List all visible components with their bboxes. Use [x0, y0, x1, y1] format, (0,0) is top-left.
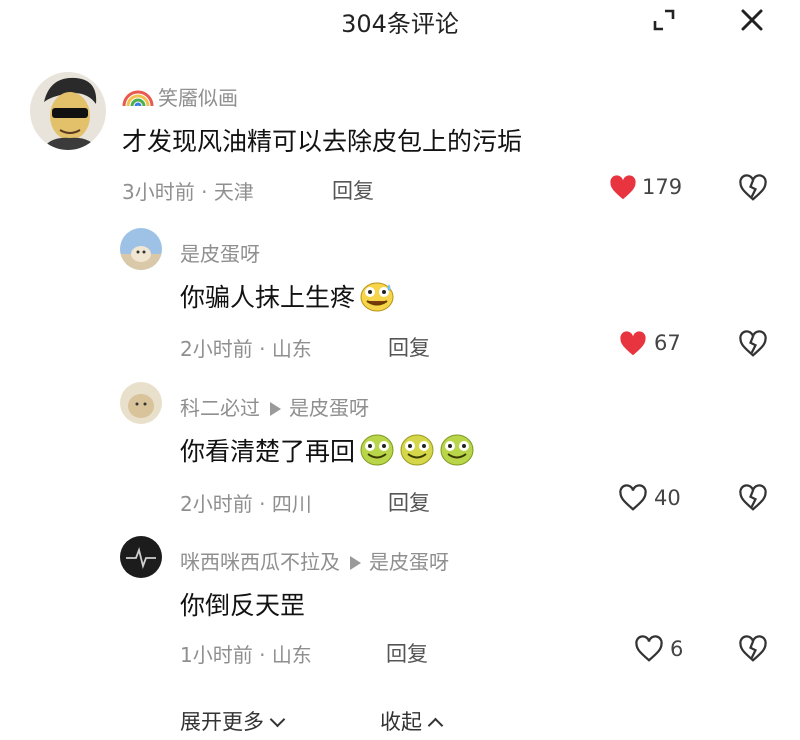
grin-emoji-icon: [360, 434, 394, 466]
comment-author[interactable]: 笑靥似画: [158, 82, 238, 111]
close-icon[interactable]: [738, 6, 766, 34]
avatar[interactable]: [120, 536, 162, 578]
reply-text: 你骗人抹上生疼: [180, 278, 395, 314]
meta-separator: ·: [201, 180, 208, 204]
heart-outline-icon[interactable]: [634, 634, 664, 664]
avatar[interactable]: [30, 72, 106, 150]
reply-text: 你倒反天罡: [180, 586, 305, 622]
collapse-label: 收起: [380, 710, 422, 734]
reply-author-line: 科二必过 是皮蛋呀: [180, 392, 369, 421]
grin-emoji-icon: [400, 434, 434, 466]
reply-meta: 2小时前 · 四川: [180, 488, 312, 517]
reply-location: 山东: [271, 643, 312, 667]
reply-text: 你看清楚了再回: [180, 432, 475, 468]
reply-author[interactable]: 是皮蛋呀: [180, 238, 260, 267]
reply-time: 1小时前: [180, 643, 253, 667]
rainbow-icon: [122, 90, 154, 107]
comment-location: 天津: [213, 180, 254, 204]
meta-separator: ·: [259, 643, 266, 667]
heart-filled-icon[interactable]: [618, 329, 648, 359]
comment-meta: 3小时前 · 天津: [122, 176, 254, 205]
reply-to-user[interactable]: 是皮蛋呀: [369, 550, 449, 574]
like-count: 67: [654, 331, 681, 355]
comment-text: 才发现风油精可以去除皮包上的污垢: [122, 127, 523, 156]
comments-count-title: 304条评论: [341, 10, 459, 38]
dislike-icon[interactable]: [738, 634, 768, 664]
reply-to-arrow-icon: [350, 556, 361, 570]
expand-more-label: 展开更多: [180, 710, 264, 734]
reply-to-arrow-icon: [270, 402, 281, 416]
chevron-down-icon: [269, 711, 286, 728]
like-count: 179: [642, 175, 683, 199]
avatar[interactable]: [120, 382, 162, 424]
heart-outline-icon[interactable]: [618, 483, 648, 513]
reply-time: 2小时前: [180, 337, 253, 361]
reply-time: 2小时前: [180, 492, 253, 516]
meta-separator: ·: [259, 337, 266, 361]
reply-location: 四川: [271, 492, 312, 516]
reply-text-content: 你看清楚了再回: [180, 437, 356, 466]
dislike-icon[interactable]: [738, 173, 768, 203]
dislike-icon[interactable]: [738, 329, 768, 359]
reply-author-line: 咪西咪西瓜不拉及 是皮蛋呀: [180, 546, 449, 575]
like-count: 40: [654, 486, 681, 510]
comment-time: 3小时前: [122, 180, 195, 204]
sweat-smile-emoji-icon: [360, 282, 394, 312]
avatar[interactable]: [120, 228, 162, 270]
reply-text-content: 你骗人抹上生疼: [180, 283, 356, 312]
expand-more-button[interactable]: 展开更多: [180, 706, 286, 736]
like-count: 6: [670, 637, 684, 661]
reply-author[interactable]: 咪西咪西瓜不拉及: [180, 550, 340, 574]
grin-emoji-icon: [440, 434, 474, 466]
heart-filled-icon[interactable]: [608, 173, 638, 203]
reply-location: 山东: [271, 337, 312, 361]
reply-button[interactable]: 回复: [332, 175, 374, 205]
dislike-icon[interactable]: [738, 483, 768, 513]
reply-author[interactable]: 科二必过: [180, 396, 260, 420]
meta-separator: ·: [259, 492, 266, 516]
reply-button[interactable]: 回复: [388, 487, 430, 517]
reply-text-content: 你倒反天罡: [180, 591, 306, 620]
reply-meta: 1小时前 · 山东: [180, 639, 312, 668]
expand-icon[interactable]: [652, 8, 676, 32]
reply-to-user[interactable]: 是皮蛋呀: [289, 396, 369, 420]
reply-button[interactable]: 回复: [388, 332, 430, 362]
reply-meta: 2小时前 · 山东: [180, 333, 312, 362]
collapse-button[interactable]: 收起: [380, 706, 444, 736]
reply-button[interactable]: 回复: [386, 638, 428, 668]
chevron-up-icon: [427, 717, 444, 734]
